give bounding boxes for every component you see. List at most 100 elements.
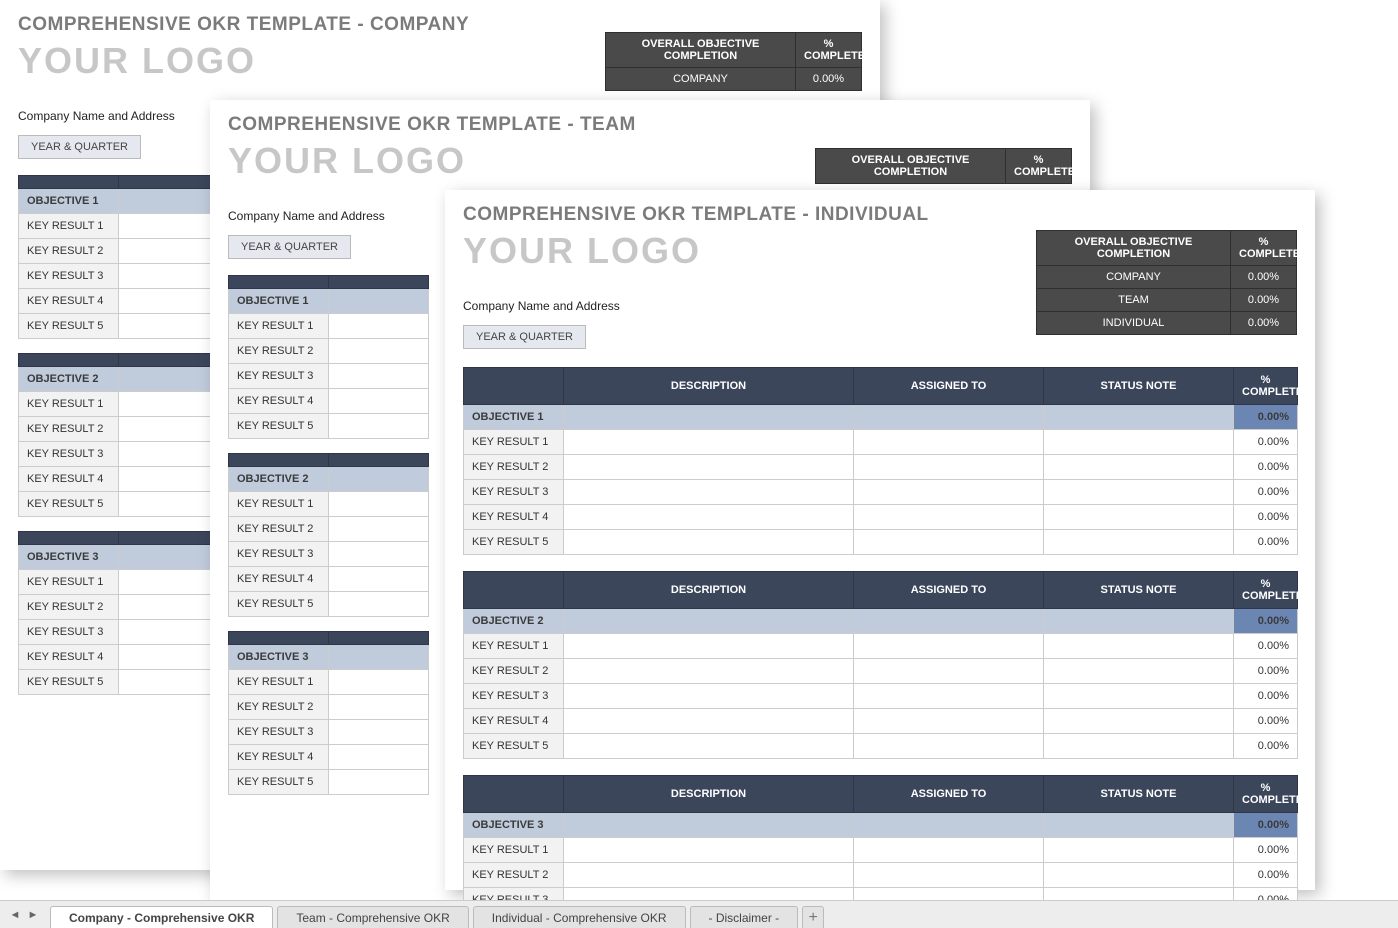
cell[interactable] <box>329 491 429 516</box>
cell[interactable] <box>564 862 854 887</box>
kr-name: KEY RESULT 4 <box>19 288 119 313</box>
cell[interactable] <box>119 569 219 594</box>
cell[interactable] <box>854 479 1044 504</box>
cell[interactable] <box>854 633 1044 658</box>
cell[interactable] <box>329 363 429 388</box>
cell[interactable] <box>854 608 1044 633</box>
tab-disclaimer[interactable]: - Disclaimer - <box>690 906 799 928</box>
tab-prev-icon[interactable]: ◄ <box>8 908 22 922</box>
cell[interactable] <box>1044 837 1234 862</box>
cell[interactable] <box>119 594 219 619</box>
pct-ind-i: 0.00% <box>1231 312 1297 335</box>
cell[interactable] <box>119 544 219 569</box>
cell[interactable] <box>329 338 429 363</box>
kr-pct: 0.00% <box>1234 733 1298 758</box>
cell[interactable] <box>119 466 219 491</box>
cell[interactable] <box>119 213 219 238</box>
kr-name: KEY RESULT 5 <box>229 413 329 438</box>
year-quarter-ind[interactable]: YEAR & QUARTER <box>463 325 586 349</box>
cell[interactable] <box>564 454 854 479</box>
cell[interactable] <box>854 529 1044 554</box>
cell[interactable] <box>1044 812 1234 837</box>
cell[interactable] <box>854 837 1044 862</box>
cell[interactable] <box>119 366 219 391</box>
cell[interactable] <box>329 313 429 338</box>
cell[interactable] <box>329 694 429 719</box>
cell[interactable] <box>564 504 854 529</box>
cell[interactable] <box>119 313 219 338</box>
tab-next-icon[interactable]: ► <box>26 908 40 922</box>
cell[interactable] <box>119 619 219 644</box>
kr-name: KEY RESULT 2 <box>464 454 564 479</box>
cell[interactable] <box>329 413 429 438</box>
tab-individual[interactable]: Individual - Comprehensive OKR <box>473 906 686 928</box>
cell[interactable] <box>854 683 1044 708</box>
cell[interactable] <box>854 812 1044 837</box>
cell[interactable] <box>1044 429 1234 454</box>
cell[interactable] <box>119 491 219 516</box>
cell[interactable] <box>564 708 854 733</box>
cell[interactable] <box>564 608 854 633</box>
tab-add-icon[interactable]: + <box>802 906 824 928</box>
cell[interactable] <box>329 516 429 541</box>
cell[interactable] <box>854 708 1044 733</box>
cell[interactable] <box>329 669 429 694</box>
objective-name: OBJECTIVE 2 <box>464 608 564 633</box>
cell[interactable] <box>329 769 429 794</box>
cell[interactable] <box>119 669 219 694</box>
cell[interactable] <box>1044 862 1234 887</box>
cell[interactable] <box>1044 454 1234 479</box>
cell[interactable] <box>329 541 429 566</box>
cell[interactable] <box>119 238 219 263</box>
cell[interactable] <box>1044 708 1234 733</box>
cell[interactable] <box>119 416 219 441</box>
col-blank <box>19 353 119 366</box>
cell[interactable] <box>1044 529 1234 554</box>
tab-company[interactable]: Company - Comprehensive OKR <box>50 906 273 928</box>
cell[interactable] <box>564 683 854 708</box>
tab-team[interactable]: Team - Comprehensive OKR <box>277 906 468 928</box>
cell[interactable] <box>854 658 1044 683</box>
cell[interactable] <box>1044 658 1234 683</box>
cell[interactable] <box>119 288 219 313</box>
cell[interactable] <box>854 429 1044 454</box>
cell[interactable] <box>854 862 1044 887</box>
cell[interactable] <box>854 733 1044 758</box>
cell[interactable] <box>329 566 429 591</box>
cell[interactable] <box>1044 633 1234 658</box>
cell[interactable] <box>564 404 854 429</box>
cell[interactable] <box>119 263 219 288</box>
cell[interactable] <box>329 288 429 313</box>
cell[interactable] <box>1044 608 1234 633</box>
cell[interactable] <box>564 837 854 862</box>
cell[interactable] <box>564 733 854 758</box>
cell[interactable] <box>1044 504 1234 529</box>
cell[interactable] <box>564 479 854 504</box>
year-quarter-team[interactable]: YEAR & QUARTER <box>228 235 351 259</box>
kr-pct: 0.00% <box>1234 862 1298 887</box>
pct-company-i: 0.00% <box>1231 266 1297 289</box>
cell[interactable] <box>329 744 429 769</box>
cell[interactable] <box>564 529 854 554</box>
cell[interactable] <box>564 429 854 454</box>
cell[interactable] <box>1044 404 1234 429</box>
cell[interactable] <box>1044 479 1234 504</box>
cell[interactable] <box>854 454 1044 479</box>
cell[interactable] <box>1044 683 1234 708</box>
cell[interactable] <box>564 812 854 837</box>
cell[interactable] <box>329 591 429 616</box>
year-quarter-company[interactable]: YEAR & QUARTER <box>18 135 141 159</box>
cell[interactable] <box>854 404 1044 429</box>
cell[interactable] <box>119 188 219 213</box>
cell[interactable] <box>329 644 429 669</box>
cell[interactable] <box>119 441 219 466</box>
cell[interactable] <box>119 391 219 416</box>
cell[interactable] <box>329 466 429 491</box>
cell[interactable] <box>329 388 429 413</box>
cell[interactable] <box>564 658 854 683</box>
cell[interactable] <box>564 633 854 658</box>
cell[interactable] <box>1044 733 1234 758</box>
cell[interactable] <box>854 504 1044 529</box>
cell[interactable] <box>329 719 429 744</box>
cell[interactable] <box>119 644 219 669</box>
